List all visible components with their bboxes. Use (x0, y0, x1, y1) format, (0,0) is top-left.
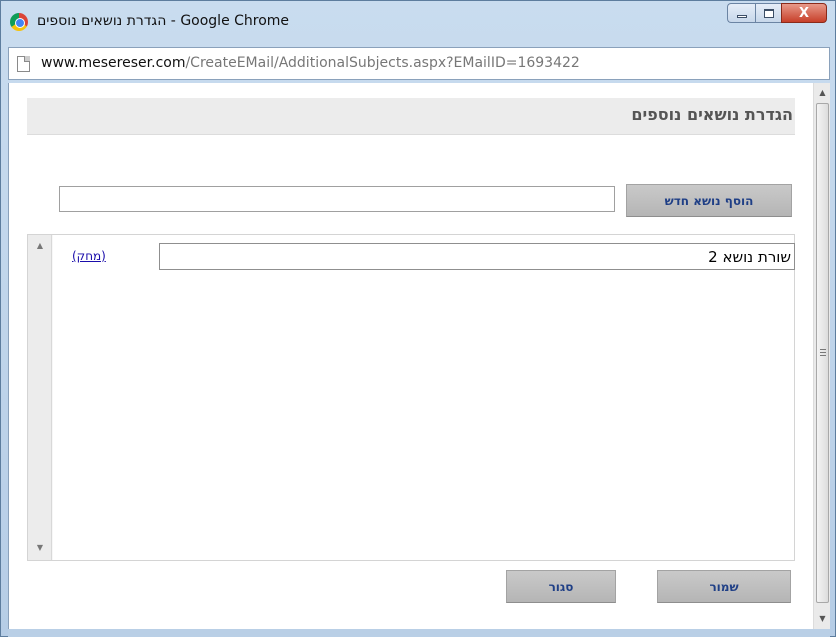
scroll-down-icon[interactable]: ▼ (28, 543, 52, 552)
address-bar[interactable]: www.mesereser.com/CreateEMail/Additional… (8, 47, 830, 80)
scroll-up-icon[interactable]: ▲ (28, 241, 52, 250)
subject-line-input[interactable] (159, 243, 795, 270)
url-text[interactable]: www.mesereser.com/CreateEMail/Additional… (41, 55, 580, 71)
close-icon: X (798, 5, 810, 21)
chrome-icon (10, 13, 28, 31)
close-button[interactable]: סגור (506, 570, 616, 603)
close-window-button[interactable]: X (781, 3, 827, 23)
page-scrollbar[interactable]: ▲ ▼ (813, 83, 830, 629)
add-subject-button[interactable]: הוסף נושא חדש (626, 184, 792, 217)
browser-window: הגדרת נושאים נוספים - Google Chrome X ww… (0, 0, 836, 637)
scroll-thumb[interactable] (816, 103, 829, 603)
grip-icon (820, 349, 826, 356)
url-path: /CreateEMail/AdditionalSubjects.aspx?EMa… (185, 55, 580, 71)
window-bottom-border (8, 629, 830, 637)
subjects-scrollbar[interactable]: ▲ ▼ (28, 235, 52, 560)
minimize-button[interactable] (727, 3, 755, 23)
save-button[interactable]: שמור (657, 570, 791, 603)
window-title-page: הגדרת נושאים נוספים (37, 13, 167, 29)
minimize-icon (736, 14, 747, 18)
window-controls: X (727, 3, 827, 25)
page-viewport: הגדרת נושאים נוספים הוסף נושא חדש ▲ ▼ (מ… (8, 83, 830, 629)
page-scroll-up-icon[interactable]: ▲ (814, 85, 830, 101)
delete-subject-link[interactable]: (מחק) (72, 249, 106, 263)
new-subject-input[interactable] (59, 186, 615, 212)
page-header: הגדרת נושאים נוספים (27, 98, 795, 135)
title-bar[interactable]: הגדרת נושאים נוספים - Google Chrome X (1, 1, 835, 45)
maximize-icon (763, 8, 774, 18)
window-title: הגדרת נושאים נוספים - Google Chrome (37, 13, 289, 29)
maximize-button[interactable] (755, 3, 781, 23)
subjects-list: (מחק) (53, 235, 795, 560)
page-scroll-down-icon[interactable]: ▼ (814, 611, 830, 627)
page-icon (17, 56, 30, 72)
window-title-app: Google Chrome (180, 13, 290, 29)
page-title: הגדרת נושאים נוספים (631, 105, 793, 124)
subjects-list-panel: ▲ ▼ (מחק) (27, 234, 795, 561)
url-host: www.mesereser.com (41, 55, 186, 71)
window-title-separator: - (166, 13, 181, 29)
